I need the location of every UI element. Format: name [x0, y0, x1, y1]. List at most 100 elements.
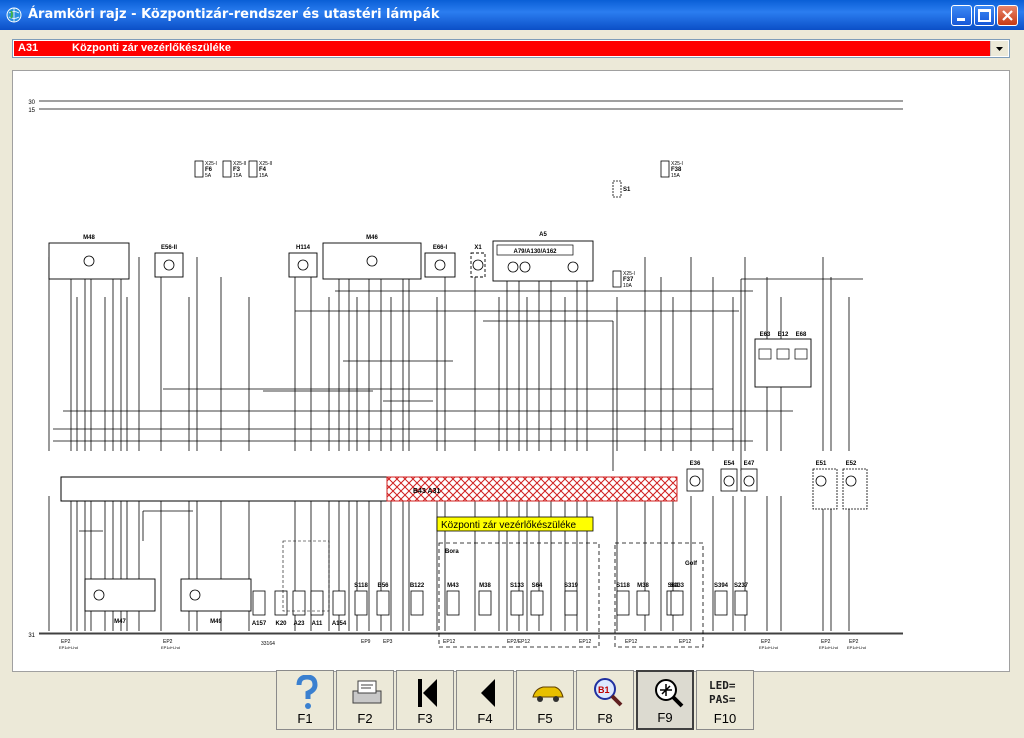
fuse-f4: X25-IIF415A — [248, 160, 272, 179]
svg-text:E36: E36 — [690, 461, 701, 467]
svg-text:A23: A23 — [293, 621, 305, 627]
group-label-bora: Bora — [445, 549, 459, 555]
ground-point: EP2/EP12 — [507, 639, 530, 645]
svg-text:M43: M43 — [447, 583, 459, 589]
component-s319: S319 — [564, 583, 579, 616]
ground-point: EP2EP1d+Lhd — [161, 639, 180, 650]
function-key-label: F10 — [713, 711, 737, 726]
selected-component[interactable]: A31 Központi zár vezérlőkészüléke — [14, 41, 990, 56]
rail-label: 31 — [28, 633, 35, 639]
toolbar-button-f8[interactable]: B1 F8 — [576, 670, 634, 730]
toolbar-button-f10[interactable]: LED= PAS= F10 — [696, 670, 754, 730]
svg-text:K20: K20 — [275, 621, 287, 627]
svg-text:S118: S118 — [616, 583, 630, 589]
car-icon — [532, 686, 564, 702]
component-b56: B56 — [376, 583, 390, 616]
ground-point: EP9 — [361, 639, 371, 645]
highlight-label: B43 A31 — [413, 488, 440, 495]
svg-text:E63: E63 — [760, 332, 771, 338]
svg-text:S118: S118 — [354, 583, 368, 589]
ground-point: EP2EP1d+Lhd — [759, 639, 778, 650]
component-m43: M43 — [446, 583, 459, 616]
window-title: Áramköri rajz - Központizár-rendszer és … — [28, 7, 440, 22]
function-key-label: F3 — [417, 711, 433, 726]
svg-text:EP3: EP3 — [383, 639, 393, 645]
component-s118: S118 — [354, 583, 369, 616]
maximize-button[interactable] — [974, 5, 995, 26]
svg-text:EP12: EP12 — [679, 639, 691, 645]
svg-text:S1: S1 — [623, 187, 631, 193]
svg-text:A157: A157 — [252, 621, 267, 627]
pass-text: PAS= — [709, 693, 736, 706]
svg-text:EP9: EP9 — [361, 639, 371, 645]
svg-text:EP12: EP12 — [625, 639, 637, 645]
dropdown-button[interactable] — [990, 41, 1008, 56]
svg-text:EP1d+Lhd: EP1d+Lhd — [59, 645, 78, 650]
svg-text:H114: H114 — [296, 245, 311, 251]
toolbar-button-f9[interactable]: F9 — [636, 670, 694, 730]
toolbar-button-f2[interactable]: F2 — [336, 670, 394, 730]
svg-text:B122: B122 — [410, 583, 425, 589]
component-m47: M47 — [84, 578, 156, 625]
component-m48: M48 — [48, 235, 130, 280]
component-e56-ii: E56-II — [154, 245, 184, 278]
app-globe-icon — [6, 7, 22, 23]
svg-text:EP1d+Lhd: EP1d+Lhd — [819, 645, 838, 650]
module-a5-label: A5 — [539, 232, 547, 238]
component-s64: S64 — [530, 583, 544, 616]
rail-label: 15 — [28, 108, 35, 114]
close-button[interactable] — [997, 5, 1018, 26]
component-a157: A157 — [252, 590, 267, 627]
function-key-label: F8 — [597, 711, 613, 726]
title-bar[interactable]: Áramköri rajz - Központizár-rendszer és … — [0, 0, 1024, 30]
component-x1: X1 — [470, 245, 486, 278]
maximize-icon — [978, 9, 991, 22]
component-e51: E51 — [812, 461, 838, 510]
chevron-down-icon — [996, 47, 1003, 51]
minimize-button[interactable] — [951, 5, 972, 26]
group-label-golf: Golf — [685, 561, 698, 567]
svg-text:M47: M47 — [114, 619, 126, 625]
component-h114: H114 — [288, 245, 318, 278]
first-page-icon — [418, 679, 437, 707]
svg-text:E66-I: E66-I — [433, 245, 448, 251]
function-key-label: F1 — [297, 711, 313, 726]
svg-text:M38: M38 — [479, 583, 491, 589]
wiring-diagram[interactable]: 30 15 31 X25-I F6 5A X25-II F3 15A X25-II F4 15A S1 X… — [12, 70, 1010, 672]
toolbar-button-f1[interactable]: F1 — [276, 670, 334, 730]
function-key-toolbar: F1 F2 F3 F4 F5 B1 F8 F9 LED= PAS= F10 — [274, 670, 754, 730]
svg-text:E54: E54 — [724, 461, 735, 467]
fuse-f38: X25-IF3815A — [660, 160, 683, 179]
svg-text:E68: E68 — [796, 332, 807, 338]
svg-text:E56-II: E56-II — [161, 245, 177, 251]
toolbar-button-f5[interactable]: F5 — [516, 670, 574, 730]
ground-point: EP12 — [443, 639, 455, 645]
ground-point-search-icon — [655, 679, 684, 708]
led-pass-icon: LED= PAS= — [709, 679, 736, 706]
component-search-icon: B1 — [594, 678, 623, 707]
component-a154: A154 — [332, 590, 347, 627]
svg-text:B1: B1 — [598, 685, 610, 695]
fuse-f37: X25-IF3710A — [612, 270, 635, 289]
module-a5: A5 A79/A130/A162 — [492, 232, 594, 282]
toolbar-button-f4[interactable]: F4 — [456, 670, 514, 730]
ground-point: EP12 — [579, 639, 591, 645]
component-s118: S118 — [616, 583, 631, 616]
component-s133: S133 — [510, 583, 525, 616]
toolbar-button-f3[interactable]: F3 — [396, 670, 454, 730]
svg-text:EP1d+Lhd: EP1d+Lhd — [847, 645, 866, 650]
function-key-label: F2 — [357, 711, 373, 726]
fuse-f3: X25-IIF315A — [222, 160, 246, 179]
component-s133: S133 — [670, 583, 685, 616]
function-key-label: F9 — [657, 710, 673, 725]
component-selector[interactable]: A31 Központi zár vezérlőkészüléke — [12, 39, 1010, 58]
ground-point: EP12 — [679, 639, 691, 645]
svg-text:EP2/EP12: EP2/EP12 — [507, 639, 530, 645]
svg-text:S64: S64 — [532, 583, 543, 589]
component-e66-i: E66-I — [424, 245, 456, 278]
component-s237: S237 — [734, 583, 749, 616]
module-a5-inner-label: A79/A130/A162 — [513, 249, 557, 255]
svg-text:M38: M38 — [637, 583, 649, 589]
tooltip-text: Központi zár vezérlőkészüléke — [441, 520, 577, 531]
svg-text:M49: M49 — [210, 619, 222, 625]
